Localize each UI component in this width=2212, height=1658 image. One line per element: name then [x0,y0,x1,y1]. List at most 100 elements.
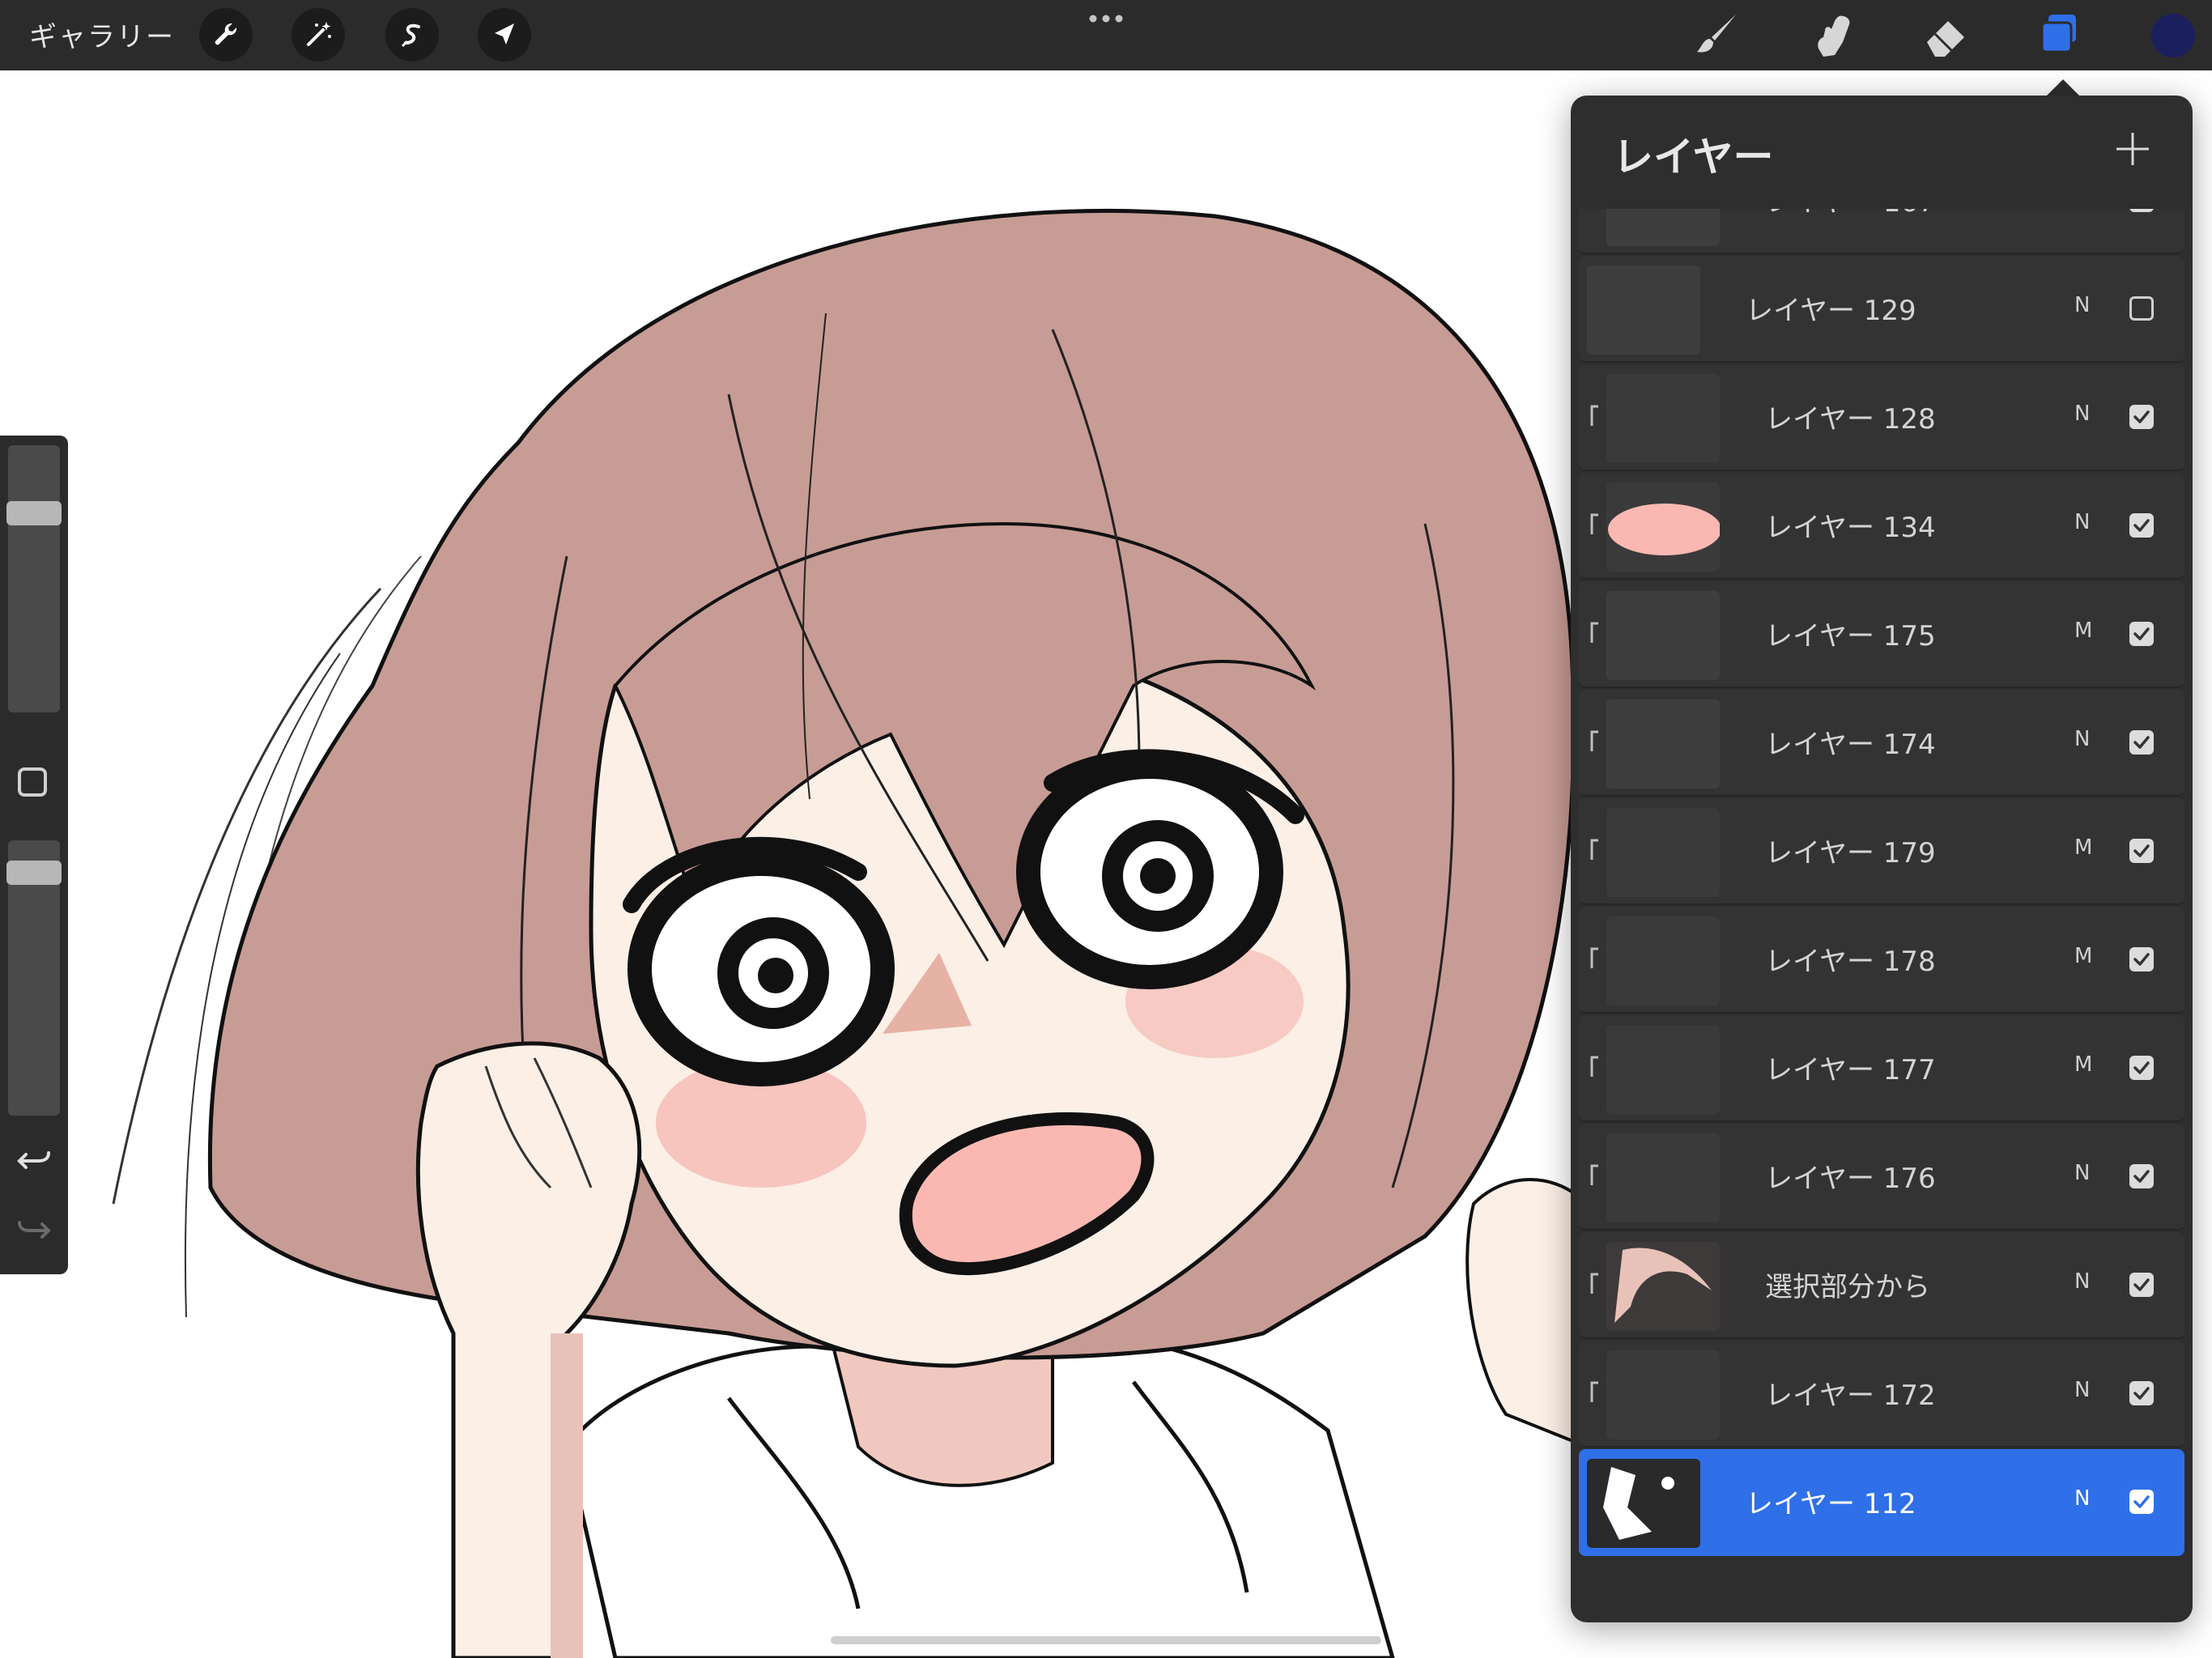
opacity-thumb[interactable] [6,861,62,885]
visibility-checkbox[interactable] [2129,1164,2154,1188]
blend-mode-button[interactable]: M [2074,835,2092,860]
layer-name[interactable]: レイヤー 129 [1746,288,1916,328]
blend-mode-button[interactable]: N [2074,1486,2090,1511]
brush-size-slider[interactable] [6,445,62,712]
gallery-button[interactable]: ギャラリー [29,15,175,54]
layer-thumbnail[interactable] [1606,808,1720,897]
layer-thumbnail[interactable] [1606,591,1720,680]
layer-name[interactable]: レイヤー 134 [1765,505,1936,545]
blend-mode-button[interactable]: N [2074,1269,2090,1294]
layer-thumbnail[interactable] [1587,1459,1700,1548]
visibility-checkbox[interactable] [2129,405,2154,429]
layer-row[interactable]: レイヤー 129 N [1579,256,2184,363]
smudge-icon[interactable] [1807,10,1859,62]
layer-name[interactable]: レイヤー 178 [1765,939,1936,979]
layer-name[interactable]: レイヤー 177 [1765,1048,1936,1087]
visibility-checkbox[interactable] [2129,947,2154,971]
layer-row[interactable]: レイヤー 167M [1579,209,2184,254]
layer-thumbnail[interactable] [1606,699,1720,789]
visibility-checkbox[interactable] [2129,209,2154,212]
layer-name[interactable]: レイヤー 128 [1765,397,1936,436]
brush-icon[interactable] [1691,10,1742,62]
panel-title: レイヤー [1613,134,1774,181]
blend-mode-button[interactable]: M [2074,619,2092,643]
layer-name[interactable]: レイヤー 176 [1765,1156,1936,1196]
modify-square-icon[interactable] [18,767,47,797]
layer-thumbnail[interactable] [1606,916,1720,1005]
layer-row[interactable]: 選択部分から N [1579,1232,2184,1339]
layer-thumbnail[interactable] [1606,1025,1720,1114]
actions-wrench-button[interactable] [199,8,253,62]
layer-row[interactable]: レイヤー 177 M [1579,1015,2184,1122]
redo-icon[interactable] [15,1209,53,1248]
plus-icon[interactable] [2115,131,2150,167]
layer-row[interactable]: レイヤー 176 N [1579,1124,2184,1231]
clipping-mask-icon [1590,1273,1598,1294]
transform-button[interactable] [478,8,531,62]
layer-thumbnail[interactable] [1606,209,1720,246]
layer-row[interactable]: レイヤー 128 N [1579,364,2184,471]
checkmark-icon [2133,844,2150,857]
visibility-checkbox[interactable] [2129,1273,2154,1297]
eraser-icon[interactable] [1921,10,1972,62]
blend-mode-button[interactable]: N [2074,1161,2090,1185]
adjustments-button[interactable] [291,8,345,62]
layers-icon[interactable] [2034,10,2086,62]
layer-row[interactable]: レイヤー 178 M [1579,907,2184,1014]
layer-thumbnail[interactable] [1606,1133,1720,1222]
layer-row[interactable]: レイヤー 179 M [1579,798,2184,905]
layer-row[interactable]: レイヤー 172 N [1579,1341,2184,1448]
more-options-icon[interactable] [1088,15,1124,23]
blend-mode-button[interactable]: M [2074,1052,2092,1077]
undo-icon[interactable] [15,1140,53,1179]
checkmark-icon [2133,627,2150,640]
layer-row[interactable]: レイヤー 134 N [1579,473,2184,580]
layer-name[interactable]: レイヤー 112 [1746,1482,1916,1521]
checkmark-icon [2133,519,2150,532]
blend-mode-button[interactable]: N [2074,727,2090,751]
visibility-checkbox[interactable] [2129,730,2154,755]
home-indicator[interactable] [831,1636,1381,1644]
left-sidebar [0,436,68,1274]
visibility-checkbox[interactable] [2129,1056,2154,1080]
clipping-mask-icon [1590,1164,1598,1185]
color-swatch[interactable] [2147,10,2199,62]
top-toolbar: ギャラリー [0,0,2212,70]
layer-name[interactable]: レイヤー 167 [1765,209,1936,219]
blend-mode-button[interactable]: N [2074,1378,2090,1402]
layer-list: レイヤー 167Mレイヤー 129Nレイヤー 128Nレイヤー 134Nレイヤー… [1571,209,2193,1622]
selection-button[interactable] [385,8,439,62]
layer-name[interactable]: レイヤー 179 [1765,831,1936,870]
brush-size-thumb[interactable] [6,501,62,525]
layer-row[interactable]: レイヤー 175 M [1579,581,2184,688]
clipping-mask-icon [1590,1381,1598,1402]
visibility-checkbox[interactable] [2129,296,2154,321]
visibility-checkbox[interactable] [2129,622,2154,646]
blend-mode-button[interactable]: N [2074,293,2090,317]
clipping-mask-icon [1590,513,1598,534]
visibility-checkbox[interactable] [2129,513,2154,538]
layer-thumbnail[interactable] [1606,1350,1720,1439]
clipping-mask-icon [1590,405,1598,426]
clipping-mask-icon [1590,947,1598,968]
layer-thumbnail[interactable] [1606,1242,1720,1331]
layer-name[interactable]: レイヤー 175 [1765,614,1936,653]
wrench-icon [215,23,237,45]
layer-name[interactable]: レイヤー 172 [1765,1373,1936,1413]
transform-arrow-icon [495,23,514,45]
opacity-slider[interactable] [6,840,62,1116]
layer-name[interactable]: 選択部分から [1765,1265,1930,1304]
blend-mode-button[interactable]: M [2074,944,2092,968]
layer-thumbnail[interactable] [1606,374,1720,463]
blend-mode-button[interactable]: N [2074,510,2090,534]
blend-mode-button[interactable]: N [2074,402,2090,426]
visibility-checkbox[interactable] [2129,1490,2154,1514]
layer-row[interactable]: レイヤー 174 N [1579,690,2184,797]
layer-row[interactable]: レイヤー 112 N [1579,1449,2184,1556]
visibility-checkbox[interactable] [2129,1381,2154,1405]
layer-name[interactable]: レイヤー 174 [1765,722,1936,762]
visibility-checkbox[interactable] [2129,839,2154,863]
magic-wand-icon [307,22,331,46]
layer-thumbnail[interactable] [1587,266,1700,355]
layer-thumbnail[interactable] [1606,483,1720,572]
